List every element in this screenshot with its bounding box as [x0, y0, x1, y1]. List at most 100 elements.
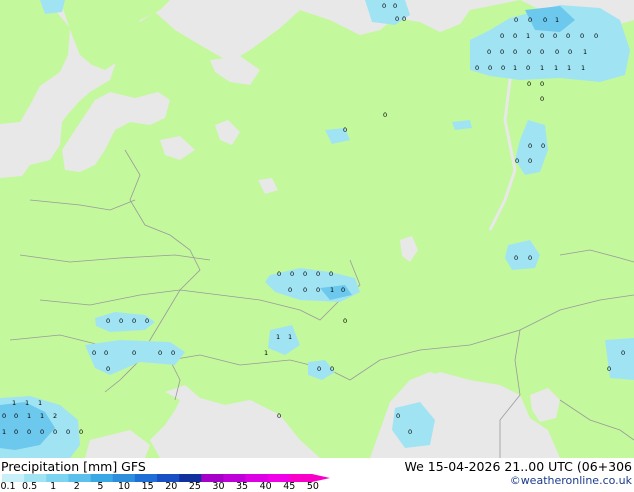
precip-value: 0: [500, 32, 504, 40]
precip-value: 0: [104, 349, 108, 357]
precip-value: 0: [132, 349, 136, 357]
precip-value: 1: [567, 64, 571, 72]
legend-tick-label: 20: [165, 481, 178, 492]
precip-value: 0: [513, 32, 517, 40]
precip-value: 0: [568, 48, 572, 56]
precip-value: 0: [119, 317, 123, 325]
precip-value: 0: [528, 157, 532, 165]
precip-value: 0: [317, 365, 321, 373]
precip-value: 0: [541, 142, 545, 150]
precip-value: 1: [276, 333, 280, 341]
precip-value: 1: [555, 16, 559, 24]
precip-value: 0: [513, 48, 517, 56]
legend-tick-label: 35: [236, 481, 249, 492]
precip-value: 1: [526, 32, 530, 40]
precip-value: 0: [79, 428, 83, 436]
precip-value: 0: [396, 412, 400, 420]
precip-value: 0: [566, 32, 570, 40]
precip-value: 0: [500, 48, 504, 56]
precip-value: 0: [303, 286, 307, 294]
precip-value: 0: [158, 349, 162, 357]
precip-value: 0: [514, 254, 518, 262]
legend-tick-label: 25: [188, 481, 201, 492]
legend-tick-label: 5: [97, 481, 104, 492]
precip-value: 1: [583, 48, 587, 56]
legend-tick-label: 10: [117, 481, 131, 492]
precip-value: 0: [27, 428, 31, 436]
legend-tick-label: 30: [212, 481, 225, 492]
precip-value: 0: [132, 317, 136, 325]
precip-value: 0: [303, 270, 307, 278]
legend-tick-label: 2: [73, 481, 80, 492]
precip-value: 1: [581, 64, 585, 72]
precip-value: 0: [515, 157, 519, 165]
map-footer: Precipitation [mm] GFS We 15-04-2026 21.…: [0, 458, 634, 492]
copyright-link[interactable]: ©weatheronline.co.uk: [510, 474, 632, 487]
precip-value: 0: [580, 32, 584, 40]
precip-value: 0: [383, 111, 387, 119]
precip-value: 0: [488, 64, 492, 72]
legend-tick-label: 1: [50, 481, 57, 492]
precip-value: 1: [513, 64, 517, 72]
precip-value: 0: [14, 428, 18, 436]
legend-tick-label: 0.5: [22, 481, 38, 492]
precip-value: 0: [92, 349, 96, 357]
precip-value: 0: [171, 349, 175, 357]
precip-value: 1: [554, 64, 558, 72]
precip-value: 0: [540, 48, 544, 56]
precip-value: 0: [277, 412, 281, 420]
precip-value: 0: [528, 254, 532, 262]
precip-value: 0: [527, 80, 531, 88]
precip-value: 0: [341, 286, 345, 294]
precip-value: 0: [402, 15, 406, 23]
precip-value: 0: [145, 317, 149, 325]
precip-value: 0: [329, 270, 333, 278]
precip-value: 0: [528, 16, 532, 24]
precip-value: 1: [2, 428, 6, 436]
precip-value: 0: [526, 64, 530, 72]
precip-value: 0: [14, 412, 18, 420]
precip-value: 0: [343, 317, 347, 325]
precip-value: 0: [540, 32, 544, 40]
precip-value: 1: [38, 399, 42, 407]
precip-value: 0: [475, 64, 479, 72]
precip-value: 0: [540, 95, 544, 103]
precip-value: 0: [106, 317, 110, 325]
precip-value: 1: [540, 64, 544, 72]
precip-value: 1: [12, 399, 16, 407]
precip-value: 0: [487, 48, 491, 56]
map-title: Precipitation [mm] GFS: [1, 459, 146, 474]
precip-value: 1: [25, 399, 29, 407]
precip-value: 0: [528, 142, 532, 150]
legend-tick-label: 50: [306, 481, 319, 492]
precip-value: 0: [106, 365, 110, 373]
precip-value: 0: [277, 270, 281, 278]
legend-tick-label: 45: [283, 481, 296, 492]
precip-value: 1: [27, 412, 31, 420]
precip-value: 0: [382, 2, 386, 10]
precip-value: 0: [553, 32, 557, 40]
precip-value: 0: [607, 365, 611, 373]
legend-tick-label: 40: [259, 481, 272, 492]
legend-tick-label: 15: [141, 481, 154, 492]
precip-value: 0: [343, 126, 347, 134]
precip-value: 0: [316, 270, 320, 278]
precip-value: 0: [290, 270, 294, 278]
precip-value: 1: [288, 333, 292, 341]
precip-value: 0: [316, 286, 320, 294]
precip-value: 1: [40, 412, 44, 420]
precip-value: 0: [53, 428, 57, 436]
precip-value: 0: [408, 428, 412, 436]
precip-value: 0: [514, 16, 518, 24]
precip-value: 0: [395, 15, 399, 23]
precip-value: 0: [501, 64, 505, 72]
precip-value: 0: [555, 48, 559, 56]
precip-value: 0: [66, 428, 70, 436]
precip-value: 2: [53, 412, 57, 420]
precip-value: 0: [540, 80, 544, 88]
precipitation-map: 000 00 0 0 10 0 1 0 0 0 0 00 0 0 0 0 0 0 10 0 0 1 0 1 1 1 10 00000 0…: [0, 0, 634, 458]
precip-value: 0: [330, 365, 334, 373]
precip-value: 0: [543, 16, 547, 24]
precip-value: 0: [393, 2, 397, 10]
precip-value: 0: [621, 349, 625, 357]
